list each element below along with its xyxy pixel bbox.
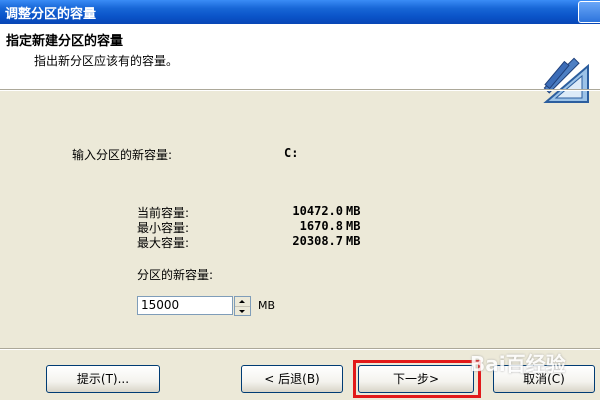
back-button[interactable]: < 后退(B) bbox=[241, 365, 343, 393]
new-size-unit: MB bbox=[258, 299, 276, 312]
partition-letter: C: bbox=[284, 146, 299, 160]
title-bar-button-edge[interactable] bbox=[578, 1, 600, 23]
max-size-label: 最大容量: bbox=[137, 236, 190, 250]
spinner-down-button[interactable] bbox=[235, 307, 250, 316]
title-bar[interactable]: 调整分区的容量 bbox=[0, 0, 600, 24]
hint-button[interactable]: 提示(T)... bbox=[46, 365, 160, 393]
wizard-ruler-icon bbox=[543, 57, 589, 103]
max-size-value: 20308.7 bbox=[292, 234, 343, 248]
header-subtitle: 指出新分区应该有的容量。 bbox=[34, 54, 179, 68]
min-size-value: 1670.8 bbox=[299, 219, 343, 233]
max-size-unit: MB bbox=[346, 234, 361, 248]
size-spinner[interactable] bbox=[234, 296, 251, 316]
next-button[interactable]: 下一步> bbox=[358, 365, 474, 393]
header-separator bbox=[0, 89, 600, 91]
current-size-unit: MB bbox=[346, 204, 361, 218]
spinner-up-button[interactable] bbox=[235, 297, 250, 307]
header-title: 指定新建分区的容量 bbox=[6, 34, 124, 49]
arrow-down-icon bbox=[239, 310, 245, 313]
watermark-logo: Bai百经验 bbox=[470, 352, 566, 376]
window-title: 调整分区的容量 bbox=[5, 7, 97, 22]
new-size-label: 分区的新容量: bbox=[137, 268, 214, 282]
new-size-prompt-label: 输入分区的新容量: bbox=[72, 148, 173, 162]
min-size-unit: MB bbox=[346, 219, 361, 233]
wizard-header: 指定新建分区的容量 指出新分区应该有的容量。 bbox=[0, 24, 600, 103]
new-size-input[interactable]: 15000 bbox=[137, 296, 233, 315]
arrow-up-icon bbox=[239, 300, 245, 303]
current-size-value: 10472.0 bbox=[292, 204, 343, 218]
